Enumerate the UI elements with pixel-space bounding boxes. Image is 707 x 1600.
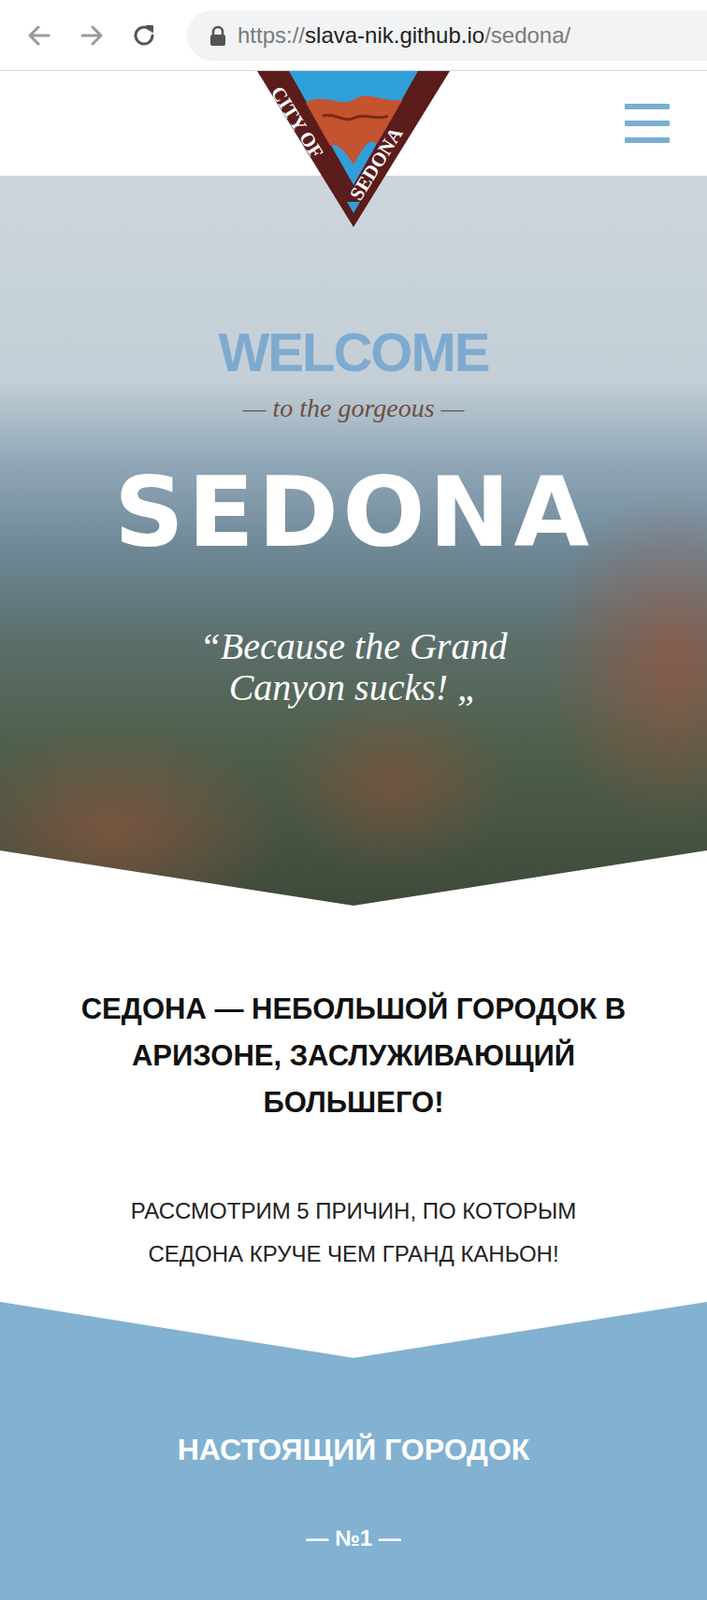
reason-title: НАСТОЯЩИЙ ГОРОДОК xyxy=(177,1431,531,1470)
reason-item: НАСТОЯЩИЙ ГОРОДОК — №1 — xyxy=(177,1431,531,1554)
hero-title: SEDONA xyxy=(114,463,593,562)
intro-section: СЕДОНА — НЕБОЛЬШОЙ ГОРОДОК В АРИЗОНЕ, ЗА… xyxy=(0,906,707,1303)
url-scheme: https:// xyxy=(237,22,305,48)
forward-icon[interactable] xyxy=(76,20,107,51)
site: CITY OF SEDONA WELCOME — to the gorgeous… xyxy=(0,71,707,1600)
menu-icon[interactable] xyxy=(624,103,670,144)
intro-heading: СЕДОНА — НЕБОЛЬШОЙ ГОРОДОК В АРИЗОНЕ, ЗА… xyxy=(54,986,653,1127)
city-logo[interactable]: CITY OF SEDONA xyxy=(257,71,450,228)
hero-quote: “Because the Grand Canyon sucks! „ xyxy=(175,626,532,709)
back-icon[interactable] xyxy=(24,20,55,51)
hero-welcome: WELCOME xyxy=(218,325,490,380)
hero-subtitle: — to the gorgeous — xyxy=(243,392,465,425)
intro-text: РАССМОТРИМ 5 ПРИЧИН, ПО КОТОРЫМ СЕДОНА К… xyxy=(91,1190,616,1277)
reasons-section: НАСТОЯЩИЙ ГОРОДОК — №1 — xyxy=(0,1302,707,1600)
reason-number: — №1 — xyxy=(305,1525,401,1554)
browser-toolbar: https://slava-nik.github.io/sedona/ xyxy=(0,0,707,72)
url-path: /sedona/ xyxy=(484,22,571,48)
hero-banner: WELCOME — to the gorgeous — SEDONA “Beca… xyxy=(0,175,707,907)
address-bar[interactable]: https://slava-nik.github.io/sedona/ xyxy=(187,10,707,61)
url-host: slava-nik.github.io xyxy=(304,22,485,48)
reload-icon[interactable] xyxy=(129,20,159,51)
lock-icon xyxy=(209,25,227,46)
